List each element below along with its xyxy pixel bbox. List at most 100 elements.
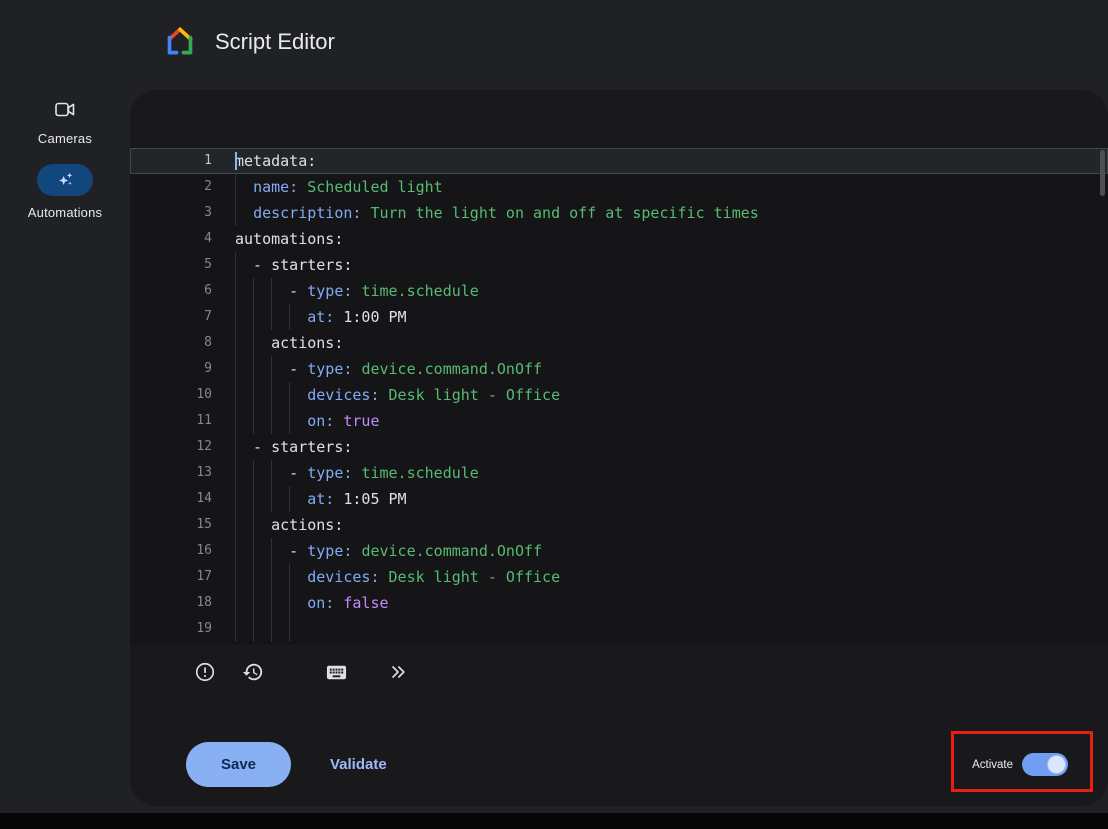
toggle-thumb bbox=[1048, 756, 1065, 773]
line-number: 11 bbox=[130, 408, 222, 434]
line-number: 4 bbox=[130, 226, 222, 252]
double-chevron-icon[interactable] bbox=[384, 658, 412, 686]
code-line[interactable]: 19 bbox=[130, 616, 1108, 642]
code-line[interactable]: 7 at: 1:00 PM bbox=[130, 304, 1108, 330]
sidebar: Cameras Automations bbox=[0, 90, 130, 220]
footer-action-bar: Save Validate Activate bbox=[130, 738, 1108, 790]
google-home-logo-icon bbox=[163, 24, 197, 58]
code-line[interactable]: 5 - starters: bbox=[130, 252, 1108, 278]
sidebar-item-label: Cameras bbox=[0, 131, 130, 146]
page-title: Script Editor bbox=[215, 29, 335, 55]
indent-guide bbox=[235, 382, 236, 408]
code-line[interactable]: 14 at: 1:05 PM bbox=[130, 486, 1108, 512]
problems-icon[interactable] bbox=[191, 658, 219, 686]
indent-guide bbox=[271, 616, 272, 642]
editor-lines: 1metadata:2 name: Scheduled light3 descr… bbox=[130, 148, 1108, 642]
code-line[interactable]: 2 name: Scheduled light bbox=[130, 174, 1108, 200]
validate-button[interactable]: Validate bbox=[330, 742, 387, 787]
indent-guide bbox=[235, 434, 236, 460]
indent-guide bbox=[253, 538, 254, 564]
indent-guide bbox=[271, 382, 272, 408]
indent-guide bbox=[235, 174, 236, 200]
indent-guide bbox=[289, 486, 290, 512]
indent-guide bbox=[235, 590, 236, 616]
code-line[interactable]: 3 description: Turn the light on and off… bbox=[130, 200, 1108, 226]
indent-guide bbox=[253, 408, 254, 434]
sidebar-item-cameras[interactable]: Cameras bbox=[0, 90, 130, 146]
line-number: 15 bbox=[130, 512, 222, 538]
indent-guide bbox=[235, 278, 236, 304]
indent-guide bbox=[271, 538, 272, 564]
line-number: 2 bbox=[130, 174, 222, 200]
indent-guide bbox=[289, 382, 290, 408]
indent-guide bbox=[289, 616, 290, 642]
indent-guide bbox=[235, 538, 236, 564]
line-number: 17 bbox=[130, 564, 222, 590]
line-number: 13 bbox=[130, 460, 222, 486]
indent-guide bbox=[235, 460, 236, 486]
editor-toolbar bbox=[130, 658, 1108, 686]
indent-guide bbox=[235, 564, 236, 590]
code-line[interactable]: 17 devices: Desk light - Office bbox=[130, 564, 1108, 590]
sidebar-item-automations[interactable]: Automations bbox=[0, 164, 130, 220]
indent-guide bbox=[253, 564, 254, 590]
indent-guide bbox=[235, 304, 236, 330]
camera-icon bbox=[55, 100, 75, 118]
indent-guide bbox=[289, 408, 290, 434]
indent-guide bbox=[271, 590, 272, 616]
sidebar-item-label: Automations bbox=[0, 205, 130, 220]
keyboard-icon[interactable] bbox=[322, 658, 350, 686]
code-line[interactable]: 1metadata: bbox=[130, 148, 1108, 174]
code-line[interactable]: 10 devices: Desk light - Office bbox=[130, 382, 1108, 408]
indent-guide bbox=[235, 200, 236, 226]
activate-label: Activate bbox=[972, 759, 1013, 771]
code-line[interactable]: 9 - type: device.command.OnOff bbox=[130, 356, 1108, 382]
code-line[interactable]: 16 - type: device.command.OnOff bbox=[130, 538, 1108, 564]
indent-guide bbox=[271, 564, 272, 590]
line-number: 3 bbox=[130, 200, 222, 226]
line-number: 8 bbox=[130, 330, 222, 356]
line-number: 1 bbox=[130, 148, 222, 174]
indent-guide bbox=[253, 590, 254, 616]
indent-guide bbox=[253, 304, 254, 330]
indent-guide bbox=[289, 304, 290, 330]
activate-group: Activate bbox=[972, 742, 1068, 787]
scrollbar-thumb[interactable] bbox=[1100, 150, 1105, 196]
indent-guide bbox=[235, 408, 236, 434]
indent-guide bbox=[235, 252, 236, 278]
editor-card: 1metadata:2 name: Scheduled light3 descr… bbox=[130, 90, 1108, 806]
code-line[interactable]: 6 - type: time.schedule bbox=[130, 278, 1108, 304]
indent-guide bbox=[253, 330, 254, 356]
sparkle-icon bbox=[54, 169, 76, 191]
window-edge bbox=[0, 813, 1108, 829]
line-number: 18 bbox=[130, 590, 222, 616]
active-nav-pill bbox=[37, 164, 93, 196]
code-line[interactable]: 13 - type: time.schedule bbox=[130, 460, 1108, 486]
line-number: 14 bbox=[130, 486, 222, 512]
indent-guide bbox=[253, 356, 254, 382]
save-button[interactable]: Save bbox=[186, 742, 291, 787]
indent-guide bbox=[235, 616, 236, 642]
line-number: 6 bbox=[130, 278, 222, 304]
indent-guide bbox=[253, 382, 254, 408]
code-line[interactable]: 15 actions: bbox=[130, 512, 1108, 538]
line-number: 9 bbox=[130, 356, 222, 382]
code-line[interactable]: 11 on: true bbox=[130, 408, 1108, 434]
indent-guide bbox=[253, 278, 254, 304]
code-line[interactable]: 4automations: bbox=[130, 226, 1108, 252]
indent-guide bbox=[235, 356, 236, 382]
indent-guide bbox=[253, 460, 254, 486]
activate-toggle[interactable] bbox=[1022, 753, 1068, 776]
indent-guide bbox=[271, 356, 272, 382]
code-line[interactable]: 8 actions: bbox=[130, 330, 1108, 356]
indent-guide bbox=[289, 590, 290, 616]
code-editor[interactable]: 1metadata:2 name: Scheduled light3 descr… bbox=[130, 148, 1108, 644]
indent-guide bbox=[271, 408, 272, 434]
indent-guide bbox=[235, 512, 236, 538]
line-number: 12 bbox=[130, 434, 222, 460]
code-line[interactable]: 12 - starters: bbox=[130, 434, 1108, 460]
indent-guide bbox=[271, 486, 272, 512]
history-icon[interactable] bbox=[239, 658, 267, 686]
indent-guide bbox=[253, 486, 254, 512]
code-line[interactable]: 18 on: false bbox=[130, 590, 1108, 616]
